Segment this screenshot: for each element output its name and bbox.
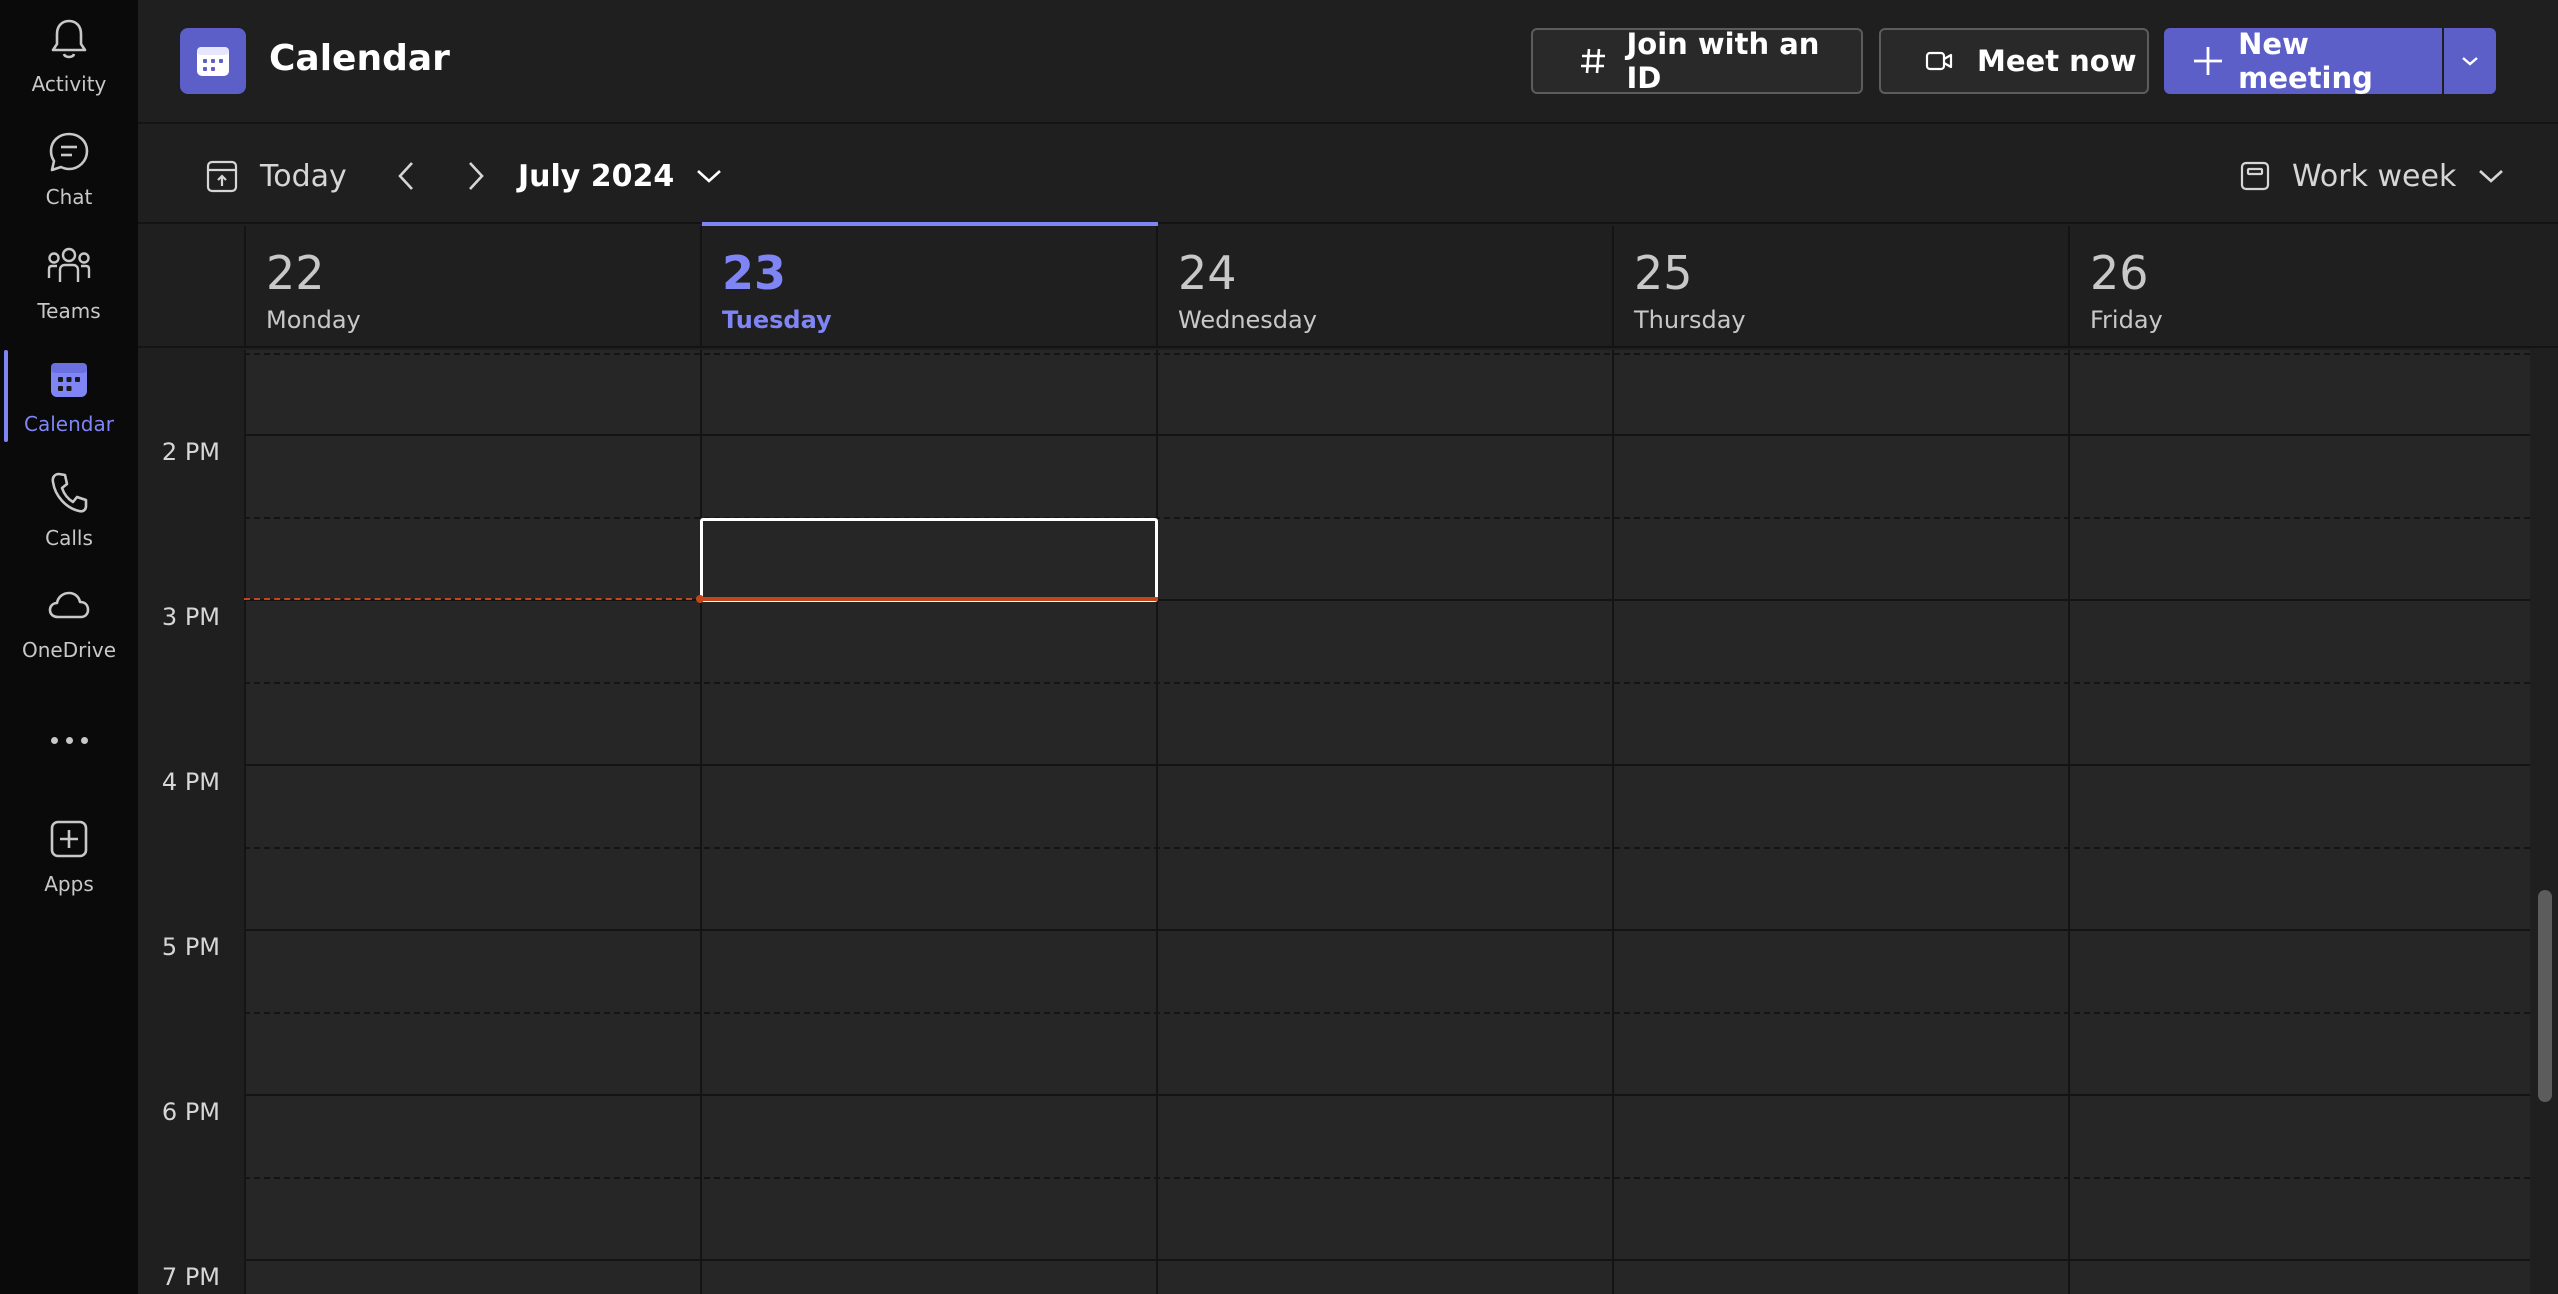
chevron-right-icon bbox=[467, 161, 485, 191]
half-hour-line bbox=[244, 1012, 2530, 1014]
rail-item-label: Calendar bbox=[24, 412, 114, 436]
time-label: 4 PM bbox=[161, 768, 220, 796]
rail-item-label: Apps bbox=[44, 872, 94, 896]
day-header-tuesday[interactable]: 23 Tuesday bbox=[700, 222, 1158, 346]
half-hour-line bbox=[244, 517, 2530, 519]
day-name: Friday bbox=[2090, 306, 2163, 334]
chevron-left-icon bbox=[397, 161, 415, 191]
half-hour-line bbox=[244, 353, 2530, 355]
app-rail: Activity Chat Teams Calendar Calls OneDr… bbox=[0, 0, 138, 1294]
half-hour-line bbox=[244, 1177, 2530, 1179]
day-column-divider bbox=[2068, 350, 2070, 1294]
day-number: 23 bbox=[722, 246, 787, 300]
rail-item-activity[interactable]: Activity bbox=[0, 0, 138, 108]
video-camera-icon bbox=[1923, 50, 1955, 72]
day-name: Thursday bbox=[1634, 306, 1746, 334]
current-time-dot bbox=[696, 595, 704, 603]
day-column-divider bbox=[244, 350, 246, 1294]
time-label: 7 PM bbox=[161, 1263, 220, 1291]
chevron-down-icon bbox=[696, 168, 722, 184]
rail-item-label: Chat bbox=[45, 185, 93, 209]
day-number: 22 bbox=[266, 246, 325, 300]
next-week-button[interactable] bbox=[456, 156, 496, 196]
bell-icon bbox=[46, 16, 92, 62]
day-name: Tuesday bbox=[722, 306, 832, 334]
apps-icon bbox=[46, 816, 92, 862]
today-label: Today bbox=[260, 158, 347, 194]
meet-now-button[interactable]: Meet now bbox=[1879, 28, 2149, 94]
chat-icon bbox=[46, 129, 92, 175]
hashtag-icon bbox=[1575, 46, 1610, 76]
rail-item-label: Activity bbox=[31, 72, 107, 96]
vertical-scrollbar[interactable] bbox=[2532, 350, 2558, 1294]
time-label: 3 PM bbox=[161, 603, 220, 631]
today-icon bbox=[206, 159, 238, 193]
hour-line bbox=[244, 764, 2530, 766]
previous-week-button[interactable] bbox=[386, 156, 426, 196]
month-label: July 2024 bbox=[518, 158, 675, 194]
day-column-divider bbox=[700, 350, 702, 1294]
calendar-icon bbox=[46, 356, 92, 402]
rail-item-calls[interactable]: Calls bbox=[0, 454, 138, 562]
page-title: Calendar bbox=[269, 38, 450, 79]
day-name: Monday bbox=[266, 306, 361, 334]
day-name: Wednesday bbox=[1178, 306, 1317, 334]
more-horizontal-icon[interactable] bbox=[0, 715, 138, 765]
rail-item-onedrive[interactable]: OneDrive bbox=[0, 566, 138, 674]
rail-item-label: Calls bbox=[45, 526, 93, 550]
time-label: 6 PM bbox=[161, 1098, 220, 1126]
time-label: 5 PM bbox=[161, 933, 220, 961]
month-picker[interactable]: July 2024 bbox=[518, 154, 722, 198]
current-time-indicator-dashed bbox=[244, 598, 702, 600]
calendar-app-icon bbox=[180, 28, 246, 94]
hour-line bbox=[244, 434, 2530, 436]
day-header-friday[interactable]: 26 Friday bbox=[2068, 226, 2524, 346]
day-header-wednesday[interactable]: 24 Wednesday bbox=[1156, 226, 1612, 346]
chevron-down-icon bbox=[2461, 55, 2479, 67]
view-switcher[interactable]: Work week bbox=[2240, 154, 2504, 198]
phone-icon bbox=[46, 470, 92, 516]
hour-line bbox=[244, 1094, 2530, 1096]
rail-item-apps[interactable]: Apps bbox=[0, 800, 138, 908]
new-meeting-button[interactable]: New meeting bbox=[2164, 27, 2442, 95]
chevron-down-icon bbox=[2478, 168, 2504, 184]
new-meeting-label: New meeting bbox=[2238, 27, 2373, 95]
rail-item-label: Teams bbox=[37, 299, 101, 323]
time-slot-grid[interactable] bbox=[244, 350, 2530, 1294]
scrollbar-thumb[interactable] bbox=[2538, 890, 2552, 1102]
day-header-row: 22 Monday 23 Tuesday 24 Wednesday 25 Thu… bbox=[138, 222, 2558, 348]
half-hour-line bbox=[244, 847, 2530, 849]
day-number: 25 bbox=[1634, 246, 1693, 300]
new-meeting-dropdown-button[interactable] bbox=[2444, 28, 2496, 94]
day-number: 24 bbox=[1178, 246, 1237, 300]
today-button[interactable]: Today bbox=[206, 154, 347, 198]
rail-item-calendar[interactable]: Calendar bbox=[0, 340, 138, 448]
cloud-icon bbox=[46, 582, 92, 628]
rail-item-teams[interactable]: Teams bbox=[0, 227, 138, 335]
plus-icon bbox=[2192, 45, 2224, 77]
view-label: Work week bbox=[2292, 158, 2457, 194]
current-time-indicator bbox=[700, 597, 1158, 601]
join-with-id-label: Join with an ID bbox=[1626, 27, 1820, 95]
hour-line bbox=[244, 929, 2530, 931]
meet-now-label: Meet now bbox=[1977, 44, 2137, 78]
half-hour-line bbox=[244, 682, 2530, 684]
day-number: 26 bbox=[2090, 246, 2149, 300]
calendar-toolbar: Today July 2024 Work week bbox=[138, 126, 2558, 224]
calendar-grid[interactable]: 2 PM 3 PM 4 PM 5 PM 6 PM 7 PM bbox=[138, 350, 2530, 1294]
hour-line bbox=[244, 1259, 2530, 1261]
join-with-id-button[interactable]: Join with an ID bbox=[1531, 27, 1863, 95]
day-header-monday[interactable]: 22 Monday bbox=[244, 226, 700, 346]
week-view-icon bbox=[2240, 161, 2270, 191]
time-label: 2 PM bbox=[161, 438, 220, 466]
selected-time-slot[interactable] bbox=[700, 518, 1158, 602]
day-column-divider bbox=[1612, 350, 1614, 1294]
teams-icon bbox=[46, 243, 92, 289]
day-header-thursday[interactable]: 25 Thursday bbox=[1612, 226, 2068, 346]
day-column-divider bbox=[1156, 350, 1158, 1294]
rail-item-chat[interactable]: Chat bbox=[0, 113, 138, 221]
app-header: Calendar Join with an ID Meet now New me… bbox=[138, 0, 2558, 124]
rail-item-label: OneDrive bbox=[21, 638, 117, 662]
